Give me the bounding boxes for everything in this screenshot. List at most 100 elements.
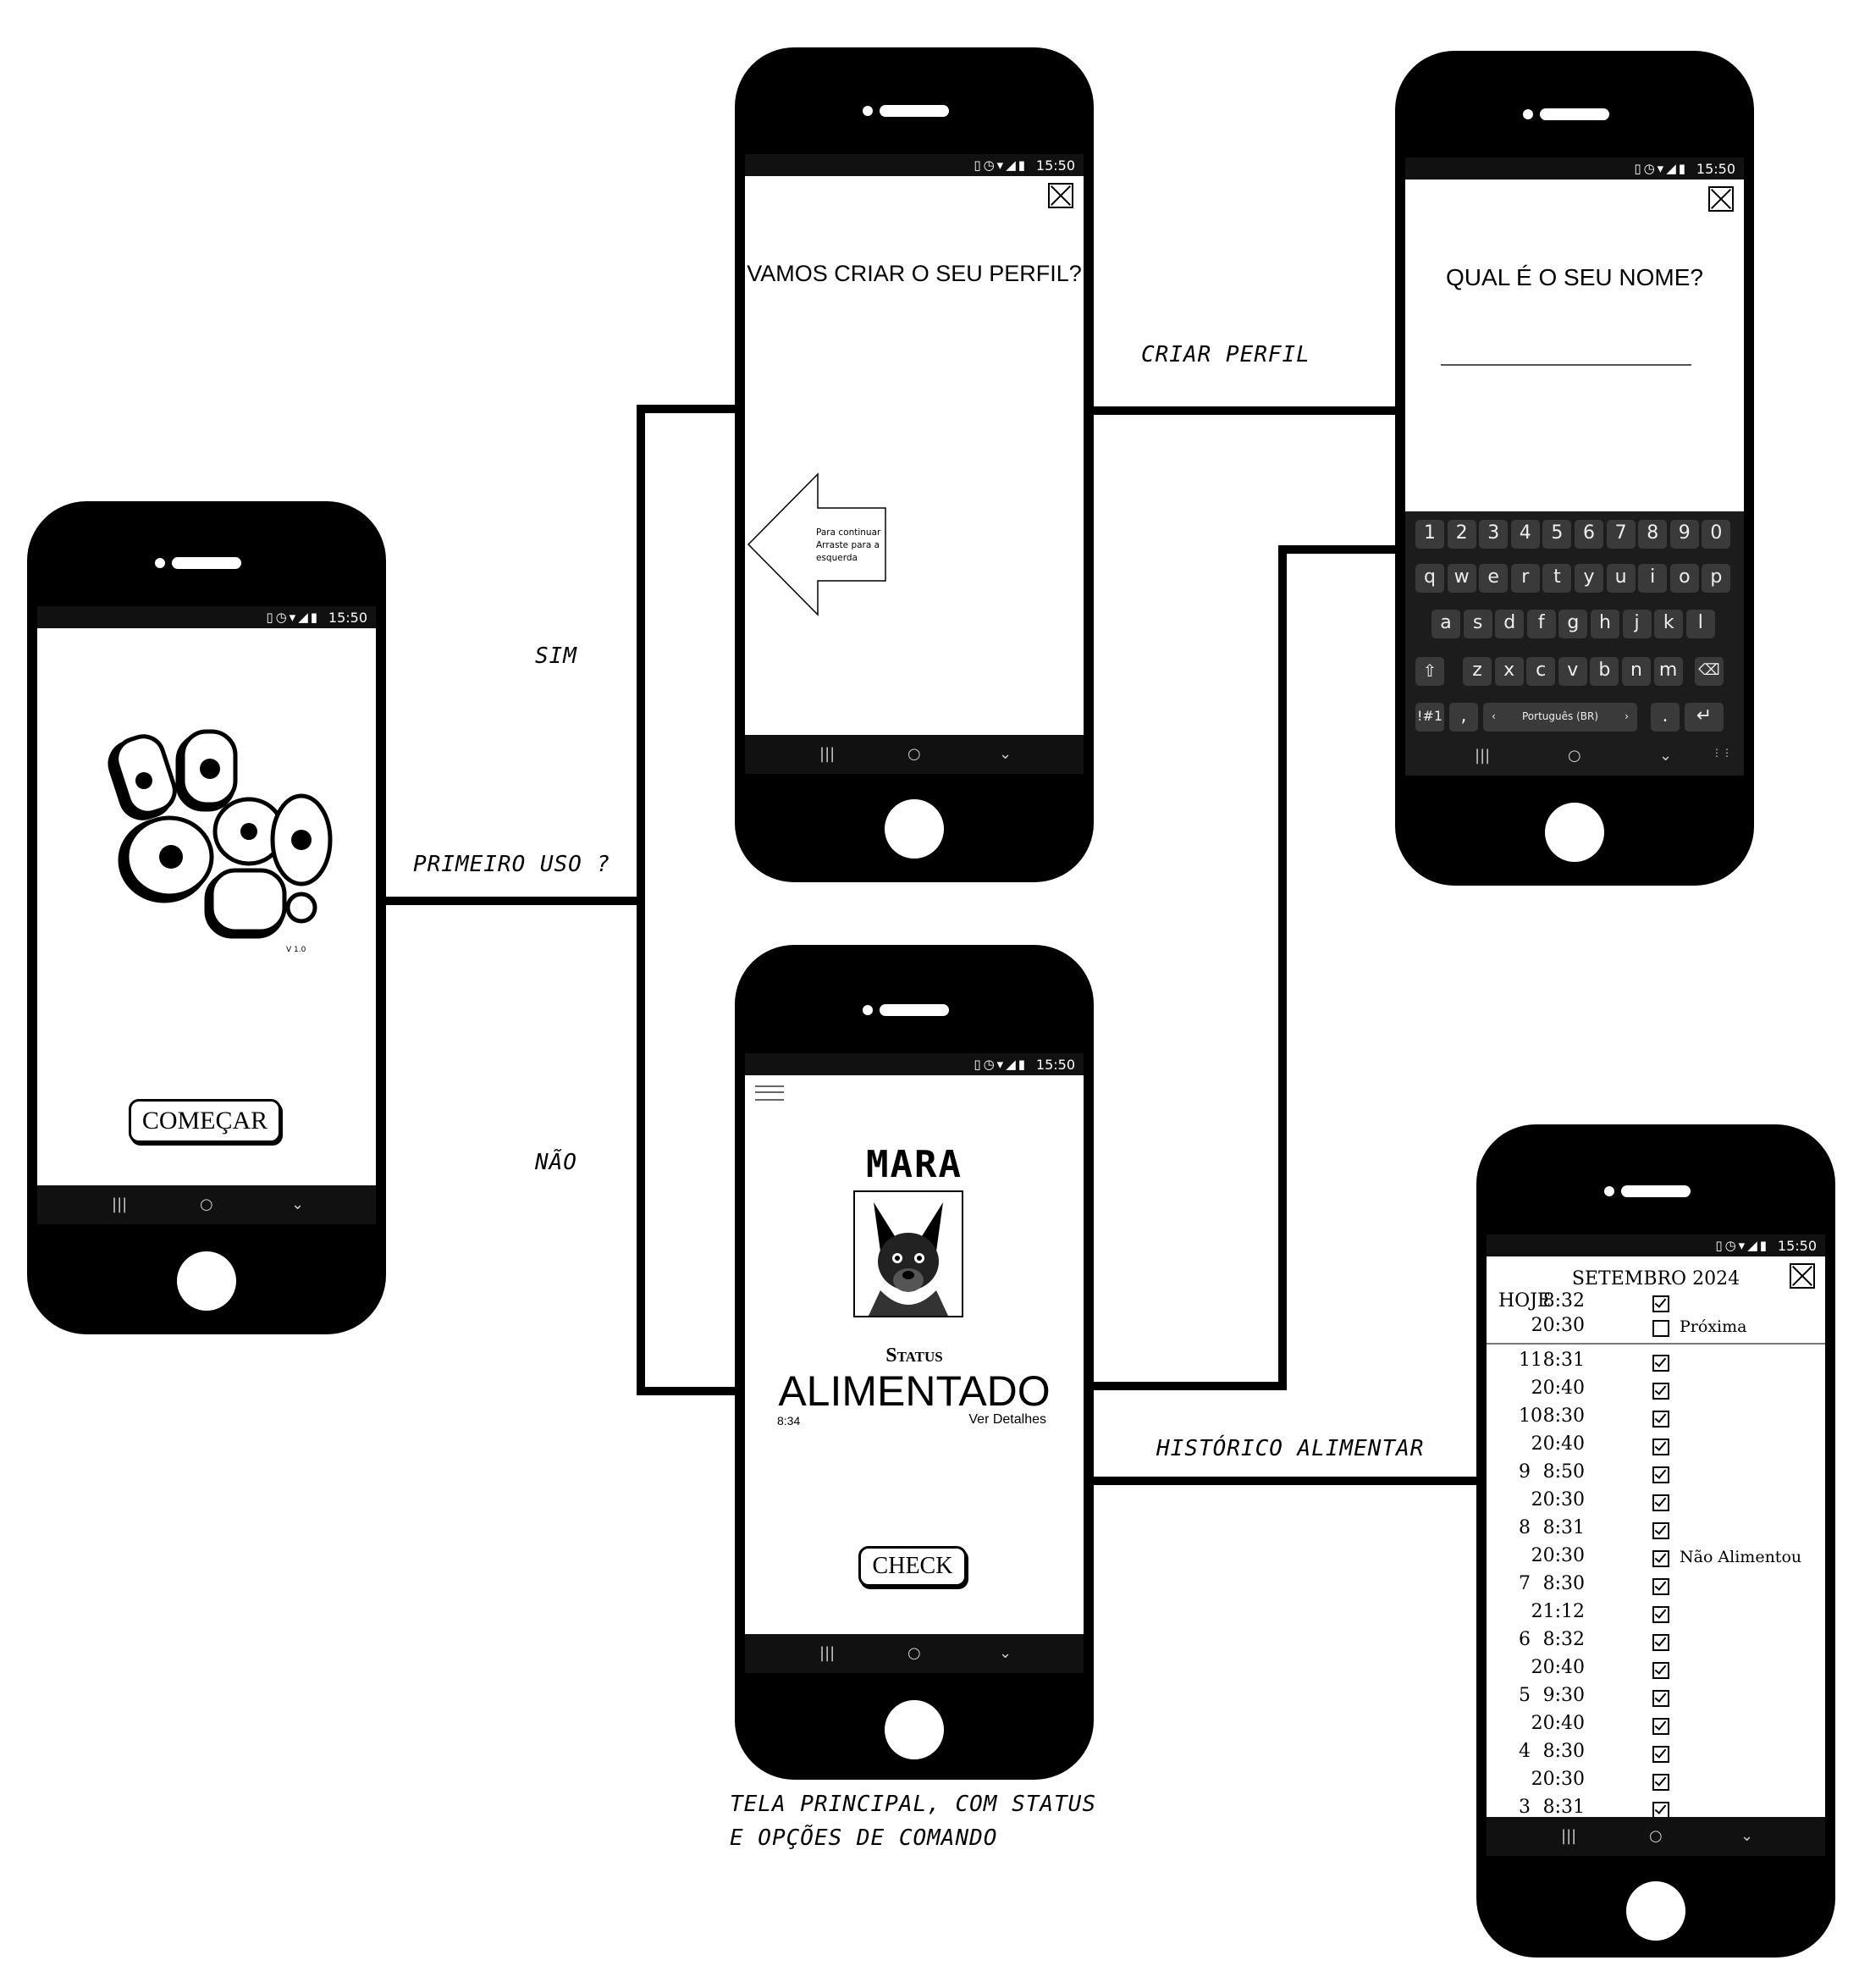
key-m[interactable]: m: [1653, 657, 1683, 686]
key-u[interactable]: u: [1606, 564, 1636, 593]
key-w[interactable]: w: [1447, 564, 1476, 593]
recent-apps-icon[interactable]: |||: [1561, 1827, 1576, 1845]
checked-checkbox-icon[interactable]: [1652, 1718, 1669, 1735]
key-q[interactable]: q: [1415, 564, 1444, 593]
recent-apps-icon[interactable]: |||: [1475, 747, 1490, 765]
checked-checkbox-icon[interactable]: [1652, 1466, 1669, 1483]
space-key[interactable]: ‹ Português (BR) ›: [1483, 703, 1637, 732]
checked-checkbox-icon[interactable]: [1652, 1295, 1669, 1312]
hamburger-menu-icon[interactable]: [755, 1085, 784, 1101]
key-o[interactable]: o: [1669, 564, 1699, 593]
back-icon[interactable]: ⌄: [999, 1644, 1012, 1662]
name-input[interactable]: [1441, 364, 1691, 366]
close-icon[interactable]: [1708, 186, 1734, 212]
checked-checkbox-icon[interactable]: [1652, 1494, 1669, 1511]
key-4[interactable]: 4: [1510, 520, 1540, 549]
backspace-key[interactable]: ⌫: [1695, 657, 1724, 686]
key-j[interactable]: j: [1622, 610, 1652, 638]
checked-checkbox-icon[interactable]: [1652, 1774, 1669, 1791]
key-g[interactable]: g: [1558, 610, 1588, 638]
history-list[interactable]: 11 8:31 20:40 10 8:30 20:40 9 8:50 20:30 8 8:31 20:…: [1487, 1348, 1825, 1817]
back-icon[interactable]: ⌄: [999, 745, 1012, 763]
status-icons: ▯◷▾◢▮: [974, 157, 1028, 173]
enter-key[interactable]: ↵: [1685, 703, 1724, 732]
row-day: 10: [1519, 1405, 1542, 1427]
name-question: QUAL É O SEU NOME?: [1446, 264, 1703, 290]
recent-apps-icon[interactable]: |||: [819, 745, 835, 763]
key-l[interactable]: l: [1685, 610, 1715, 638]
home-button[interactable]: [1626, 1881, 1685, 1941]
checked-checkbox-icon[interactable]: [1652, 1746, 1669, 1763]
close-icon[interactable]: [1048, 183, 1073, 208]
check-button[interactable]: CHECK: [858, 1546, 967, 1587]
key-x[interactable]: x: [1494, 657, 1524, 686]
row-day: 6: [1519, 1629, 1531, 1650]
key-b[interactable]: b: [1590, 657, 1619, 686]
checked-checkbox-icon[interactable]: [1652, 1802, 1669, 1817]
key-z[interactable]: z: [1463, 657, 1492, 686]
key-y[interactable]: y: [1575, 564, 1603, 593]
swipe-hint-line-1: Para continuar: [816, 527, 881, 538]
key-6[interactable]: 6: [1575, 520, 1603, 549]
home-nav-icon[interactable]: ○: [200, 1196, 213, 1213]
home-nav-icon[interactable]: ○: [907, 1644, 921, 1662]
key-d[interactable]: d: [1495, 610, 1525, 638]
key-1[interactable]: 1: [1415, 520, 1444, 549]
key-f[interactable]: f: [1526, 610, 1556, 638]
speaker: [863, 1004, 949, 1016]
key-8[interactable]: 8: [1638, 520, 1668, 549]
key-s[interactable]: s: [1463, 610, 1492, 638]
key-c[interactable]: c: [1526, 657, 1556, 686]
home-button[interactable]: [885, 799, 944, 859]
recent-apps-icon[interactable]: |||: [112, 1196, 127, 1213]
key-9[interactable]: 9: [1669, 520, 1699, 549]
key-3[interactable]: 3: [1479, 520, 1509, 549]
status-time: 15:50: [1035, 1057, 1075, 1073]
unchecked-checkbox-icon[interactable]: [1652, 1320, 1669, 1337]
key-0[interactable]: 0: [1702, 520, 1731, 549]
recent-apps-icon[interactable]: |||: [819, 1644, 835, 1662]
key-k[interactable]: k: [1654, 610, 1684, 638]
key-v[interactable]: v: [1558, 657, 1587, 686]
checked-checkbox-icon[interactable]: [1652, 1690, 1669, 1707]
checked-checkbox-icon[interactable]: [1652, 1522, 1669, 1539]
key-n[interactable]: n: [1622, 657, 1651, 686]
key-h[interactable]: h: [1591, 610, 1619, 638]
home-nav-icon[interactable]: ○: [1568, 747, 1581, 765]
key-t[interactable]: t: [1542, 564, 1572, 593]
back-icon[interactable]: ⌄: [1659, 747, 1672, 765]
row-day: 8: [1519, 1517, 1531, 1538]
back-icon[interactable]: ⌄: [291, 1196, 304, 1213]
home-nav-icon[interactable]: ○: [1649, 1827, 1663, 1845]
checked-checkbox-icon[interactable]: [1652, 1439, 1669, 1455]
connector-name-return-vertical: [1278, 545, 1287, 1390]
key-i[interactable]: i: [1638, 564, 1668, 593]
key-r[interactable]: r: [1510, 564, 1540, 593]
back-icon[interactable]: ⌄: [1740, 1827, 1753, 1845]
checked-checkbox-icon[interactable]: [1652, 1411, 1669, 1427]
comma-key[interactable]: ,: [1449, 703, 1478, 732]
key-2[interactable]: 2: [1447, 520, 1476, 549]
checked-checkbox-icon[interactable]: [1652, 1578, 1669, 1595]
period-key[interactable]: .: [1651, 703, 1680, 732]
keyboard-toggle-icon[interactable]: ⋮⋮: [1712, 747, 1732, 759]
checked-checkbox-icon[interactable]: [1652, 1355, 1669, 1372]
home-button[interactable]: [885, 1700, 944, 1759]
checked-checkbox-icon[interactable]: [1652, 1550, 1669, 1567]
symbols-key[interactable]: !#1: [1415, 703, 1444, 732]
key-5[interactable]: 5: [1542, 520, 1572, 549]
key-p[interactable]: p: [1702, 564, 1731, 593]
details-link[interactable]: Ver Detalhes: [968, 1412, 1046, 1427]
start-button[interactable]: COMEÇAR: [129, 1099, 281, 1143]
home-nav-icon[interactable]: ○: [907, 745, 921, 763]
key-a[interactable]: a: [1431, 610, 1460, 638]
key-7[interactable]: 7: [1606, 520, 1636, 549]
key-e[interactable]: e: [1479, 564, 1509, 593]
checked-checkbox-icon[interactable]: [1652, 1383, 1669, 1400]
home-button[interactable]: [177, 1251, 236, 1311]
shift-key[interactable]: ⇧: [1415, 657, 1444, 686]
checked-checkbox-icon[interactable]: [1652, 1662, 1669, 1679]
home-button[interactable]: [1545, 803, 1604, 862]
checked-checkbox-icon[interactable]: [1652, 1606, 1669, 1623]
checked-checkbox-icon[interactable]: [1652, 1634, 1669, 1651]
